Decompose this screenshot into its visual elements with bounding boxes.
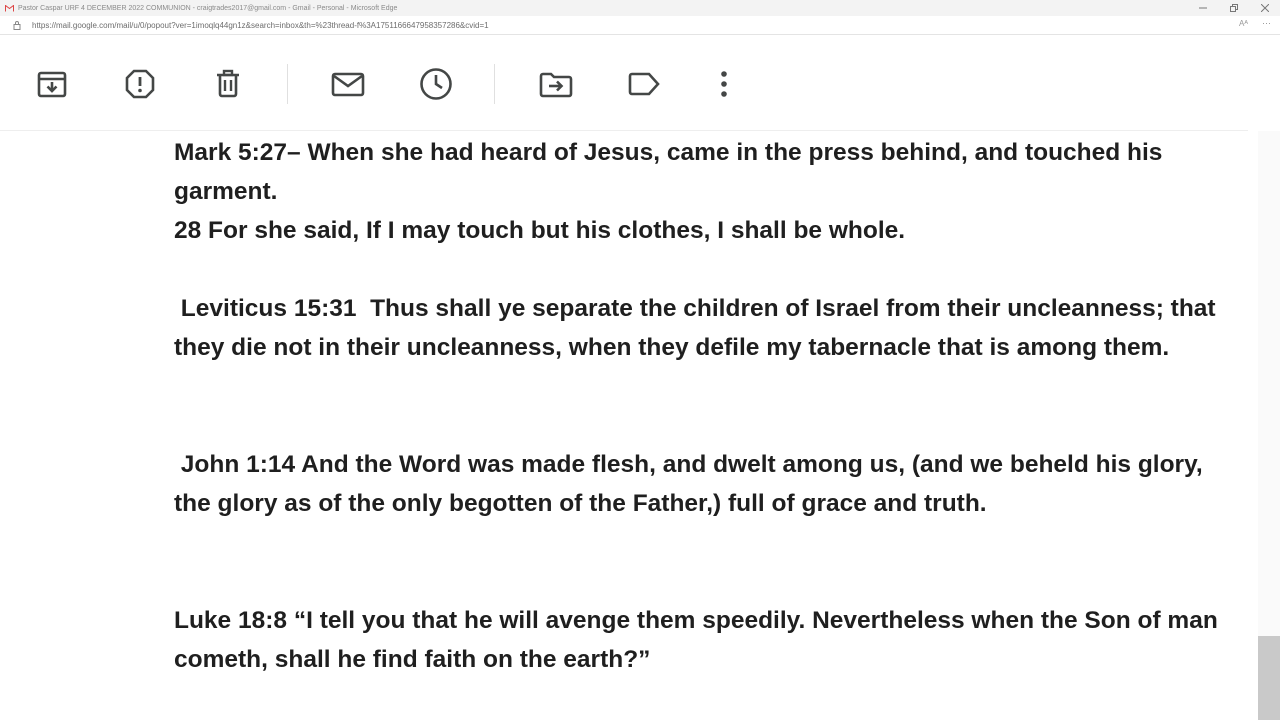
mark-unread-button[interactable] [330, 66, 366, 102]
toolbar-divider [287, 64, 288, 104]
archive-icon [37, 71, 67, 98]
scrollbar-thumb[interactable] [1258, 636, 1280, 720]
mail-icon [331, 72, 365, 97]
trash-icon [217, 69, 239, 98]
archive-button[interactable] [34, 66, 70, 102]
labels-button[interactable] [626, 66, 662, 102]
message-body: Mark 5:27– When she had heard of Jesus, … [174, 133, 1224, 679]
minimize-button[interactable] [1187, 0, 1218, 16]
message-paragraph: John 1:14 And the Word was made flesh, a… [174, 451, 1203, 517]
browser-more-icon[interactable]: ⋯ [1262, 18, 1271, 29]
window-title: Pastor Caspar URF 4 DECEMBER 2022 COMMUN… [18, 4, 398, 12]
minimize-icon [1198, 7, 1207, 9]
move-to-folder-icon [539, 72, 573, 98]
message-toolbar [0, 36, 1248, 131]
move-to-button[interactable] [538, 66, 574, 102]
more-vert-icon [721, 71, 727, 97]
clock-icon [420, 68, 452, 100]
address-bar[interactable]: https://mail.google.com/mail/u/0/popout?… [0, 16, 1280, 35]
url-text[interactable]: https://mail.google.com/mail/u/0/popout?… [32, 21, 489, 30]
gmail-icon [4, 3, 14, 13]
snooze-button[interactable] [418, 66, 454, 102]
message-paragraph: Leviticus 15:31 Thus shall ye separate t… [174, 295, 1216, 361]
label-icon [628, 72, 660, 96]
read-aloud-icon[interactable]: Aᴬ [1239, 19, 1248, 28]
lock-icon[interactable] [11, 19, 23, 31]
window-title-bar: Pastor Caspar URF 4 DECEMBER 2022 COMMUN… [0, 0, 1280, 16]
message-paragraph: 28 For she said, If I may touch but his … [174, 217, 906, 244]
report-spam-icon [125, 69, 155, 99]
delete-button[interactable] [210, 66, 246, 102]
scrollbar-track[interactable] [1258, 131, 1280, 720]
message-paragraph: Mark 5:27– When she had heard of Jesus, … [174, 139, 1163, 205]
restore-button[interactable] [1218, 0, 1249, 16]
message-paragraph: Luke 18:8 “I tell you that he will aveng… [174, 607, 1218, 673]
restore-icon [1229, 4, 1238, 12]
more-button[interactable] [706, 66, 742, 102]
close-icon [1260, 4, 1269, 12]
toolbar-divider [494, 64, 495, 104]
report-spam-button[interactable] [122, 66, 158, 102]
close-button[interactable] [1249, 0, 1280, 16]
